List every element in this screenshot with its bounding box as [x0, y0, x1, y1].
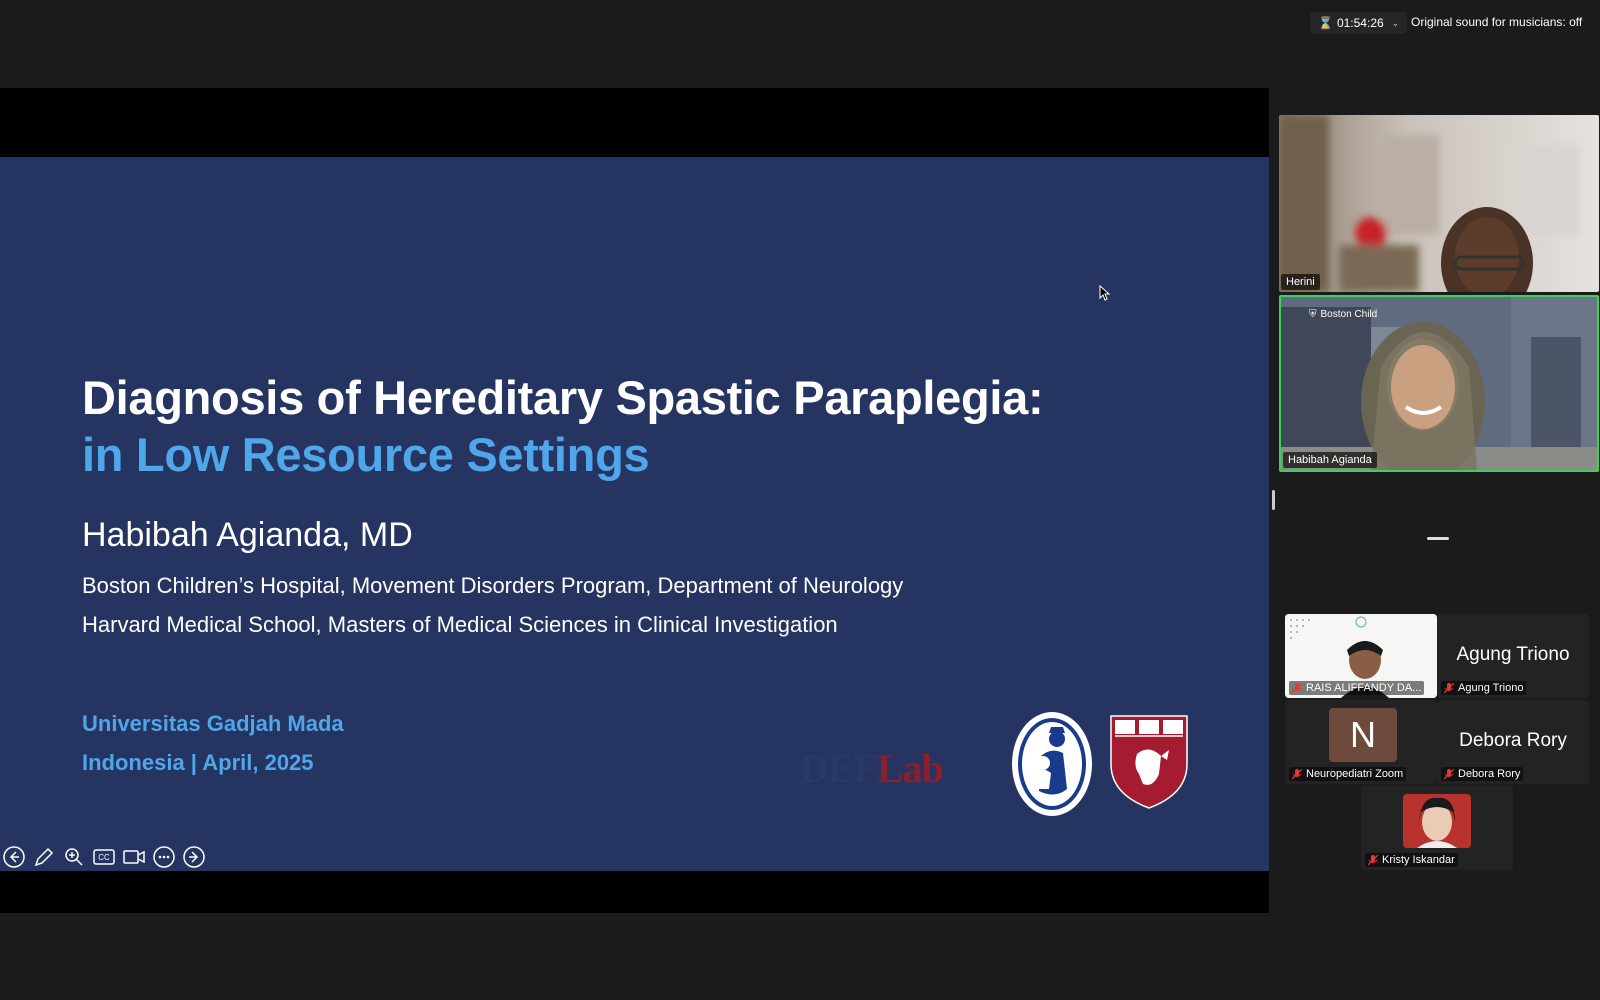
presentation-slide: Diagnosis of Hereditary Spastic Parapleg…	[0, 157, 1269, 871]
more-options-icon[interactable]	[152, 845, 176, 869]
slide-subtitle: in Low Resource Settings	[82, 428, 650, 481]
camera-icon[interactable]	[122, 845, 146, 869]
boston-childrens-logo	[1012, 712, 1092, 816]
participant-display-name: Agung Triono	[1456, 644, 1570, 665]
shield-icon: ⛨	[1309, 309, 1317, 320]
panel-resize-handle[interactable]	[1272, 490, 1275, 510]
participant-label: Debora Rory	[1441, 767, 1524, 781]
mouse-pointer-icon	[1099, 285, 1111, 301]
participant-tile[interactable]: Agung Triono Agung Triono	[1437, 614, 1589, 698]
avatar: N	[1329, 708, 1397, 762]
event-university: Universitas Gadjah Mada	[82, 711, 344, 736]
presenter-name: Habibah Agianda, MD	[82, 516, 413, 554]
zoom-icon[interactable]	[62, 845, 86, 869]
microphone-muted-icon	[1292, 682, 1302, 693]
participant-label: Neuropediatri Zoom	[1289, 767, 1407, 781]
harvard-shield-logo	[1110, 715, 1188, 809]
affiliation-line: Boston Children’s Hospital, Movement Dis…	[82, 573, 904, 598]
participant-tile[interactable]: Debora Rory Debora Rory	[1437, 700, 1589, 784]
timer-value: 01:54:26	[1336, 16, 1384, 30]
pen-icon[interactable]	[32, 845, 56, 869]
slide-control-bar: CC	[2, 845, 206, 869]
boston-childrens-background-tag: ⛨ Boston Child	[1309, 309, 1378, 320]
microphone-muted-icon	[1292, 768, 1302, 779]
video-tile-habibah-agianda[interactable]: ⛨ Boston Child Habibah Agianda	[1279, 295, 1599, 472]
video-feed	[1281, 297, 1597, 470]
closed-captions-icon[interactable]: CC	[92, 845, 116, 869]
original-sound-status[interactable]: Original sound for musicians: off	[1411, 15, 1582, 29]
next-slide-icon[interactable]	[182, 845, 206, 869]
affiliation-line: Harvard Medical School, Masters of Medic…	[82, 612, 838, 637]
participant-name: Habibah Agianda	[1283, 452, 1377, 468]
microphone-muted-icon	[1444, 682, 1454, 693]
participant-tile[interactable]: N Neuropediatri Zoom	[1285, 700, 1437, 784]
microphone-muted-icon	[1444, 768, 1454, 779]
video-tile-herini[interactable]: Herini	[1279, 115, 1599, 292]
deflab-logo: DEFLab	[800, 746, 944, 791]
participant-tile[interactable]: Kristy Iskandar	[1361, 786, 1513, 870]
participant-label: Agung Triono	[1441, 681, 1527, 695]
participant-tile[interactable]: RAIS ALIFFANDY DA...	[1285, 614, 1437, 698]
previous-slide-icon[interactable]	[2, 845, 26, 869]
shared-screen: Diagnosis of Hereditary Spastic Parapleg…	[0, 88, 1269, 913]
participant-label: Kristy Iskandar	[1365, 853, 1458, 867]
meeting-timer[interactable]: ⌛ 01:54:26 ⌄	[1310, 12, 1408, 34]
participant-label: RAIS ALIFFANDY DA...	[1289, 681, 1425, 695]
hourglass-icon: ⌛	[1318, 16, 1333, 30]
participant-name: Herini	[1281, 274, 1320, 290]
video-feed	[1279, 115, 1599, 292]
gallery-drag-handle[interactable]	[1427, 537, 1449, 540]
participant-display-name: Debora Rory	[1459, 730, 1567, 751]
meeting-top-bar: ⌛ 01:54:26 ⌄ Original sound for musician…	[0, 0, 1600, 88]
svg-text:CC: CC	[98, 853, 110, 862]
event-location-date: Indonesia | April, 2025	[82, 750, 314, 775]
microphone-muted-icon	[1368, 854, 1378, 865]
chevron-down-icon: ⌄	[1391, 18, 1400, 28]
slide-title: Diagnosis of Hereditary Spastic Parapleg…	[82, 371, 1044, 424]
